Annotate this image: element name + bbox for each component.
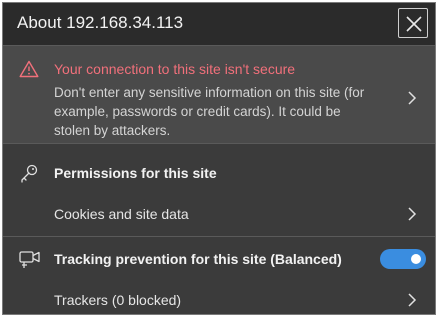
panel-title: About 192.168.34.113	[17, 13, 184, 32]
chevron-right-icon[interactable]	[407, 90, 417, 106]
close-button[interactable]	[398, 8, 428, 38]
trackers-row[interactable]: Trackers (0 blocked)	[3, 280, 435, 314]
tracking-prevention-row: Tracking prevention for this site (Balan…	[3, 239, 435, 279]
close-icon	[406, 16, 422, 32]
trackers-label: Trackers (0 blocked)	[54, 292, 182, 308]
cookies-label: Cookies and site data	[54, 206, 189, 222]
chevron-right-icon	[408, 207, 417, 221]
permissions-header: Permissions for this site	[3, 153, 435, 193]
insecure-connection-section[interactable]: Your connection to this site isn't secur…	[3, 45, 435, 144]
tracking-prevention-label: Tracking prevention for this site (Balan…	[54, 251, 342, 267]
warning-icon	[19, 60, 39, 78]
toggle-knob	[411, 254, 421, 264]
section-divider	[3, 236, 435, 237]
cookies-site-data-row[interactable]: Cookies and site data	[3, 194, 435, 234]
warning-title: Your connection to this site isn't secur…	[54, 61, 296, 77]
warning-description: Don't enter any sensitive information on…	[54, 85, 365, 138]
tracking-camera-icon	[19, 251, 40, 268]
tracking-prevention-toggle[interactable]	[380, 249, 426, 269]
chevron-right-icon	[408, 293, 417, 307]
site-info-panel: About 192.168.34.113 Your connection to …	[2, 2, 436, 315]
key-icon	[21, 164, 38, 183]
panel-header: About 192.168.34.113	[3, 3, 435, 45]
permissions-label: Permissions for this site	[54, 165, 217, 181]
